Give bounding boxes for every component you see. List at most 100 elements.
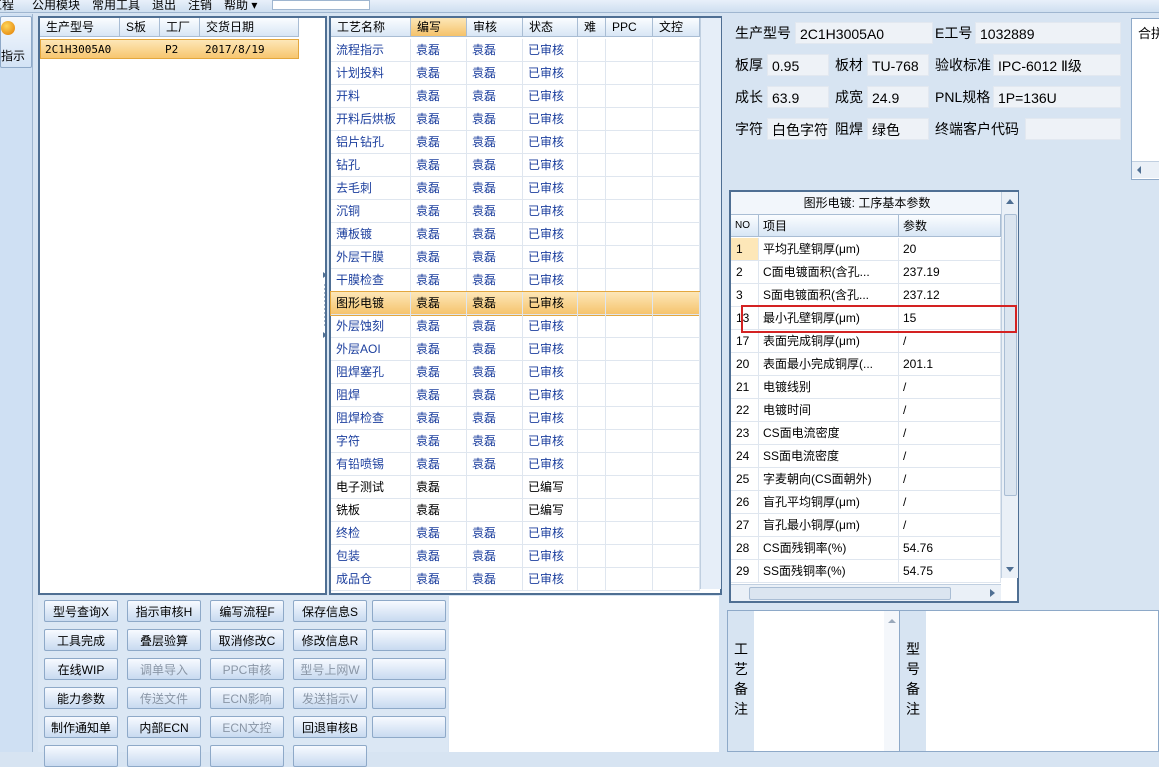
blank-button-3[interactable] bbox=[372, 658, 446, 680]
param-row[interactable]: 3 S面电镀面积(含孔... 237.12 bbox=[731, 284, 1001, 307]
menu-logout[interactable]: 注销 bbox=[188, 0, 212, 12]
proc-header-reviewer[interactable]: 审核 bbox=[467, 18, 523, 37]
panel-splitter[interactable] bbox=[323, 270, 328, 340]
param-row[interactable]: 28 CS面残铜率(%) 54.76 bbox=[731, 537, 1001, 560]
cancel-edit-button[interactable]: 取消修改C bbox=[210, 629, 284, 651]
menu-exit[interactable]: 退出 bbox=[152, 0, 176, 12]
capability-params-button[interactable]: 能力参数 bbox=[44, 687, 118, 709]
customer-code-field[interactable] bbox=[1025, 118, 1121, 140]
process-row[interactable]: 外层蚀刻 袁磊 袁磊 已审核 bbox=[331, 315, 700, 338]
legend-field[interactable]: 白色字符 bbox=[767, 118, 829, 140]
e-number-field[interactable]: 1032889 bbox=[975, 22, 1121, 44]
transfer-file-button[interactable]: 传送文件 bbox=[127, 687, 201, 709]
param-row[interactable]: 21 电镀线别 / bbox=[731, 376, 1001, 399]
process-row[interactable]: 薄板镀 袁磊 袁磊 已审核 bbox=[331, 223, 700, 246]
process-remark-scroll[interactable] bbox=[884, 611, 900, 751]
import-order-button[interactable]: 调单导入 bbox=[127, 658, 201, 680]
blank-button-2[interactable] bbox=[372, 629, 446, 651]
params-header-item[interactable]: 项目 bbox=[759, 215, 899, 237]
process-row[interactable]: 阻焊 袁磊 袁磊 已审核 bbox=[331, 384, 700, 407]
merge-hscroll[interactable] bbox=[1132, 161, 1159, 178]
button-row6-4[interactable] bbox=[293, 745, 367, 767]
proc-header-difficulty[interactable]: 难 bbox=[578, 18, 606, 37]
proc-header-status[interactable]: 状态 bbox=[523, 18, 578, 37]
order-header-factory[interactable]: 工厂 bbox=[160, 18, 200, 37]
production-notice-button[interactable]: 制作通知单 bbox=[44, 716, 118, 738]
pnl-field[interactable]: 1P=136U bbox=[993, 86, 1121, 108]
edit-process-button[interactable]: 编写流程F bbox=[210, 600, 284, 622]
ppc-review-button[interactable]: PPC审核 bbox=[210, 658, 284, 680]
process-row[interactable]: 铣板 袁磊 已编写 bbox=[331, 499, 700, 522]
button-row6-2[interactable] bbox=[127, 745, 201, 767]
model-field[interactable]: 2C1H3005A0 bbox=[795, 22, 933, 44]
process-row[interactable]: 沉铜 袁磊 袁磊 已审核 bbox=[331, 200, 700, 223]
menu-help[interactable]: 帮助 ▾ bbox=[224, 0, 257, 12]
ecn-doc-control-button[interactable]: ECN文控 bbox=[210, 716, 284, 738]
order-header-model[interactable]: 生产型号 bbox=[40, 18, 120, 37]
proc-header-name[interactable]: 工艺名称 bbox=[331, 18, 411, 37]
menu-common-tools[interactable]: 常用工具 bbox=[92, 0, 140, 12]
params-hscroll[interactable] bbox=[731, 584, 1001, 601]
ecn-impact-button[interactable]: ECN影响 bbox=[210, 687, 284, 709]
param-row[interactable]: 26 盲孔平均铜厚(μm) / bbox=[731, 491, 1001, 514]
process-row[interactable]: 钻孔 袁磊 袁磊 已审核 bbox=[331, 154, 700, 177]
process-row[interactable]: 图形电镀 袁磊 袁磊 已审核 bbox=[330, 291, 701, 316]
tool-complete-button[interactable]: 工具完成 bbox=[44, 629, 118, 651]
model-query-button[interactable]: 型号查询X bbox=[44, 600, 118, 622]
button-row6-1[interactable] bbox=[44, 745, 118, 767]
order-header-date[interactable]: 交货日期 bbox=[200, 18, 299, 37]
param-row[interactable]: 1 平均孔壁铜厚(μm) 20 bbox=[731, 238, 1001, 261]
proc-header-doc-control[interactable]: 文控 bbox=[653, 18, 700, 37]
order-header-s[interactable]: S板 bbox=[120, 18, 160, 37]
instruction-review-button[interactable]: 指示审核H bbox=[127, 600, 201, 622]
param-row[interactable]: 29 SS面残铜率(%) 54.75 bbox=[731, 560, 1001, 583]
process-row[interactable]: 开料后烘板 袁磊 袁磊 已审核 bbox=[331, 108, 700, 131]
param-row[interactable]: 25 字麦朝向(CS面朝外) / bbox=[731, 468, 1001, 491]
standard-field[interactable]: IPC-6012 Ⅱ级 bbox=[993, 54, 1121, 76]
proc-header-ppc[interactable]: PPC bbox=[606, 18, 653, 37]
menu-dropdown[interactable] bbox=[272, 0, 370, 10]
param-row[interactable]: 27 盲孔最小铜厚(μm) / bbox=[731, 514, 1001, 537]
process-row[interactable]: 干膜检查 袁磊 袁磊 已审核 bbox=[331, 269, 700, 292]
process-row[interactable]: 成品仓 袁磊 袁磊 已审核 bbox=[331, 568, 700, 591]
blank-button-4[interactable] bbox=[372, 687, 446, 709]
send-instruction-button[interactable]: 发送指示V bbox=[293, 687, 367, 709]
solder-mask-field[interactable]: 绿色 bbox=[867, 118, 929, 140]
params-header-no[interactable]: NO bbox=[731, 215, 759, 237]
width-field[interactable]: 24.9 bbox=[867, 86, 929, 108]
online-wip-button[interactable]: 在线WIP bbox=[44, 658, 118, 680]
param-row[interactable]: 20 表面最小完成铜厚(... 201.1 bbox=[731, 353, 1001, 376]
guide-button[interactable]: 指示 bbox=[0, 16, 32, 68]
process-row[interactable]: 计划投料 袁磊 袁磊 已审核 bbox=[331, 62, 700, 85]
process-row[interactable]: 外层干膜 袁磊 袁磊 已审核 bbox=[331, 246, 700, 269]
process-row[interactable]: 字符 袁磊 袁磊 已审核 bbox=[331, 430, 700, 453]
param-row[interactable]: 24 SS面电流密度 / bbox=[731, 445, 1001, 468]
process-row[interactable]: 外层AOI 袁磊 袁磊 已审核 bbox=[331, 338, 700, 361]
process-row[interactable]: 开料 袁磊 袁磊 已审核 bbox=[331, 85, 700, 108]
length-field[interactable]: 63.9 bbox=[767, 86, 829, 108]
button-row6-3[interactable] bbox=[210, 745, 284, 767]
process-row[interactable]: 阻焊塞孔 袁磊 袁磊 已审核 bbox=[331, 361, 700, 384]
params-vscroll-thumb[interactable] bbox=[1004, 214, 1017, 496]
process-row[interactable]: 终检 袁磊 袁磊 已审核 bbox=[331, 522, 700, 545]
model-online-button[interactable]: 型号上网W bbox=[293, 658, 367, 680]
stackup-check-button[interactable]: 叠层验算 bbox=[127, 629, 201, 651]
param-row[interactable]: 2 C面电镀面积(含孔... 237.19 bbox=[731, 261, 1001, 284]
internal-ecn-button[interactable]: 内部ECN bbox=[127, 716, 201, 738]
process-row[interactable]: 流程指示 袁磊 袁磊 已审核 bbox=[331, 39, 700, 62]
process-row[interactable]: 包装 袁磊 袁磊 已审核 bbox=[331, 545, 700, 568]
rollback-review-button[interactable]: 回退审核B bbox=[293, 716, 367, 738]
param-row[interactable]: 17 表面完成铜厚(μm) / bbox=[731, 330, 1001, 353]
process-row[interactable]: 去毛刺 袁磊 袁磊 已审核 bbox=[331, 177, 700, 200]
edit-info-button[interactable]: 修改信息R bbox=[293, 629, 367, 651]
params-hscroll-thumb[interactable] bbox=[749, 587, 951, 600]
save-info-button[interactable]: 保存信息S bbox=[293, 600, 367, 622]
thickness-field[interactable]: 0.95 bbox=[767, 54, 829, 76]
proc-header-writer[interactable]: 编写 bbox=[411, 18, 467, 37]
menu-project[interactable]: 工程 bbox=[0, 0, 14, 12]
blank-button[interactable] bbox=[372, 600, 446, 622]
process-row[interactable]: 阻焊检查 袁磊 袁磊 已审核 bbox=[331, 407, 700, 430]
process-row[interactable]: 有铅喷锡 袁磊 袁磊 已审核 bbox=[331, 453, 700, 476]
params-header-value[interactable]: 参数 bbox=[899, 215, 1001, 237]
order-row[interactable]: 2C1H3005A0 P2 2017/8/19 bbox=[40, 39, 299, 59]
